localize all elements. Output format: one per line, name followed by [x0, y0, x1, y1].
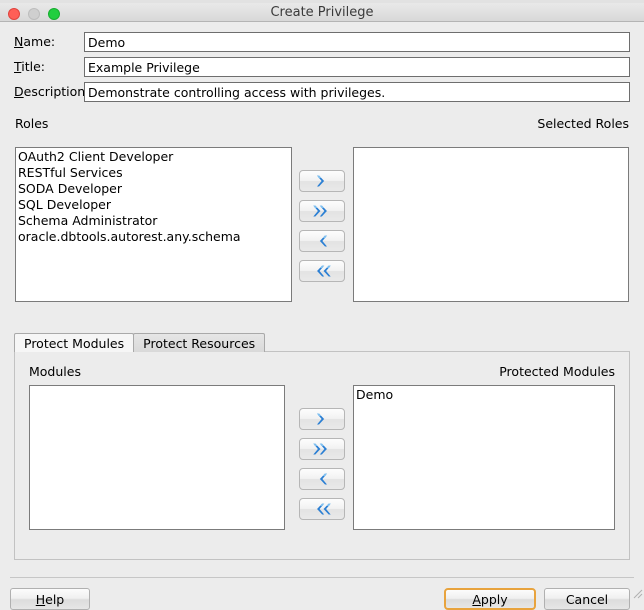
- footer-separator: [10, 577, 634, 578]
- modules-selected-listbox[interactable]: Demo: [353, 385, 615, 530]
- modules-available-listbox[interactable]: [29, 385, 285, 530]
- title-field-row: Title:: [14, 57, 630, 77]
- list-item[interactable]: oracle.dbtools.autorest.any.schema: [16, 229, 291, 245]
- chevron-right-icon: [317, 175, 325, 187]
- description-field-row: Description:: [14, 82, 630, 102]
- name-field-row: Name:: [14, 32, 630, 52]
- tab-panel-mask: [15, 351, 126, 352]
- modules-move-all-right-button[interactable]: [299, 438, 345, 460]
- modules-transfer-buttons: [299, 408, 345, 520]
- roles-transfer-buttons: [299, 170, 345, 282]
- modules-move-right-button[interactable]: [299, 408, 345, 430]
- title-bar: Create Privilege: [0, 3, 644, 22]
- roles-move-right-button[interactable]: [299, 170, 345, 192]
- chevron-left-icon: [319, 235, 327, 247]
- title-label: Title:: [14, 59, 46, 74]
- tab-protect-resources[interactable]: Protect Resources: [133, 333, 266, 352]
- modules-available-items: [30, 386, 284, 387]
- chevron-double-right-icon: [313, 443, 328, 455]
- selected-roles-label: Selected Roles: [537, 116, 629, 131]
- roles-move-all-left-button[interactable]: [299, 260, 345, 282]
- chevron-left-icon: [319, 473, 327, 485]
- roles-label: Roles: [15, 116, 49, 131]
- name-input[interactable]: [84, 32, 630, 52]
- help-button[interactable]: Help: [10, 588, 90, 610]
- chevron-double-right-icon: [313, 205, 328, 217]
- list-item[interactable]: SQL Developer: [16, 197, 291, 213]
- apply-button[interactable]: Apply: [444, 588, 536, 610]
- window-title: Create Privilege: [270, 5, 374, 20]
- list-item[interactable]: Schema Administrator: [16, 213, 291, 229]
- description-input[interactable]: [84, 82, 630, 102]
- list-item[interactable]: RESTful Services: [16, 165, 291, 181]
- cancel-button[interactable]: Cancel: [544, 588, 630, 610]
- dialog-content: Name: Title: Description: Roles Selected…: [0, 23, 644, 610]
- chevron-double-left-icon: [316, 265, 331, 277]
- roles-available-items: OAuth2 Client Developer RESTful Services…: [16, 148, 291, 245]
- modules-selected-items: Demo: [354, 386, 614, 403]
- list-item[interactable]: SODA Developer: [16, 181, 291, 197]
- roles-available-listbox[interactable]: OAuth2 Client Developer RESTful Services…: [15, 147, 292, 302]
- description-label: Description:: [14, 84, 90, 99]
- modules-label: Modules: [29, 364, 81, 379]
- modules-move-left-button[interactable]: [299, 468, 345, 490]
- resize-grip-icon[interactable]: [630, 586, 643, 599]
- roles-selected-listbox[interactable]: [353, 147, 629, 302]
- tab-protect-modules[interactable]: Protect Modules: [14, 333, 135, 352]
- create-privilege-dialog: Create Privilege Name: Title: Descriptio…: [0, 0, 644, 610]
- tab-strip: Protect Modules Protect Resources: [14, 332, 266, 352]
- list-item[interactable]: OAuth2 Client Developer: [16, 149, 291, 165]
- roles-move-left-button[interactable]: [299, 230, 345, 252]
- list-item[interactable]: Demo: [354, 387, 614, 403]
- name-label: Name:: [14, 34, 56, 49]
- chevron-double-left-icon: [316, 503, 331, 515]
- protected-modules-label: Protected Modules: [499, 364, 615, 379]
- roles-selected-items: [354, 148, 628, 149]
- roles-move-all-right-button[interactable]: [299, 200, 345, 222]
- chevron-right-icon: [317, 413, 325, 425]
- title-input[interactable]: [84, 57, 630, 77]
- modules-move-all-left-button[interactable]: [299, 498, 345, 520]
